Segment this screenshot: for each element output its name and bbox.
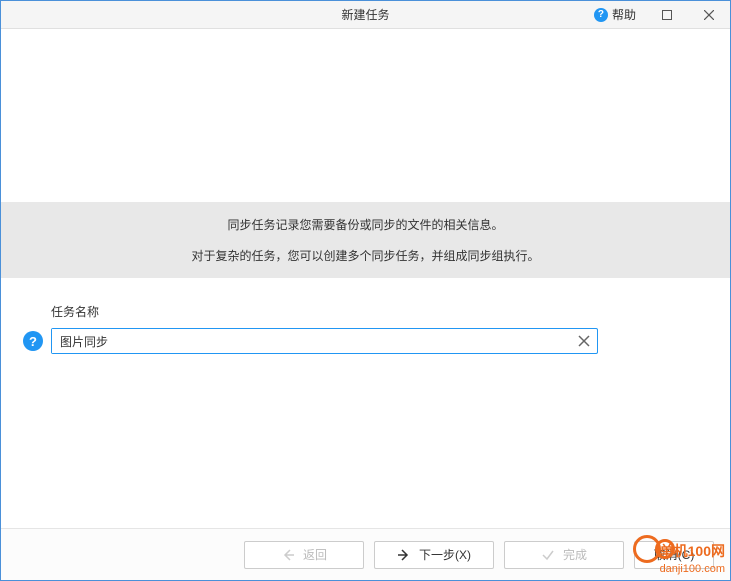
top-spacer (1, 29, 730, 202)
cancel-button[interactable]: 取消(C) (634, 541, 714, 569)
task-name-input[interactable] (52, 329, 573, 353)
task-name-label: 任务名称 (51, 303, 680, 320)
clear-icon (578, 335, 590, 347)
clear-input-button[interactable] (573, 330, 595, 352)
titlebar: 新建任务 ? 帮助 (1, 1, 730, 29)
window-title: 新建任务 (341, 6, 389, 23)
task-name-input-wrap (51, 328, 598, 354)
back-label: 返回 (303, 546, 327, 563)
next-label: 下一步(X) (419, 546, 471, 563)
dialog-window: 新建任务 ? 帮助 同步任务记录您需要备份或同步的文件的相关信息。 对于复杂的任… (0, 0, 731, 581)
close-icon (704, 10, 714, 20)
help-label: 帮助 (612, 6, 636, 23)
check-icon (541, 548, 555, 562)
maximize-icon (662, 10, 672, 20)
arrow-left-icon (281, 548, 295, 562)
info-panel: 同步任务记录您需要备份或同步的文件的相关信息。 对于复杂的任务，您可以创建多个同… (1, 202, 730, 278)
footer-bar: 返回 下一步(X) 完成 取消(C) (1, 528, 730, 580)
finish-label: 完成 (563, 546, 587, 563)
info-text-2: 对于复杂的任务，您可以创建多个同步任务，并组成同步组执行。 (21, 247, 710, 264)
cancel-label: 取消(C) (654, 546, 695, 563)
back-button: 返回 (244, 541, 364, 569)
close-button[interactable] (688, 1, 730, 28)
help-icon: ? (594, 8, 608, 22)
info-text-1: 同步任务记录您需要备份或同步的文件的相关信息。 (21, 216, 710, 233)
content-area: 同步任务记录您需要备份或同步的文件的相关信息。 对于复杂的任务，您可以创建多个同… (1, 29, 730, 580)
form-row: ? (51, 328, 680, 354)
flex-spacer (1, 354, 730, 528)
maximize-button[interactable] (646, 1, 688, 28)
titlebar-controls: ? 帮助 (584, 1, 730, 28)
arrow-right-icon (397, 548, 411, 562)
next-button[interactable]: 下一步(X) (374, 541, 494, 569)
help-button[interactable]: ? 帮助 (584, 1, 646, 28)
finish-button: 完成 (504, 541, 624, 569)
form-area: 任务名称 ? (1, 278, 730, 354)
field-help-icon[interactable]: ? (23, 331, 43, 351)
